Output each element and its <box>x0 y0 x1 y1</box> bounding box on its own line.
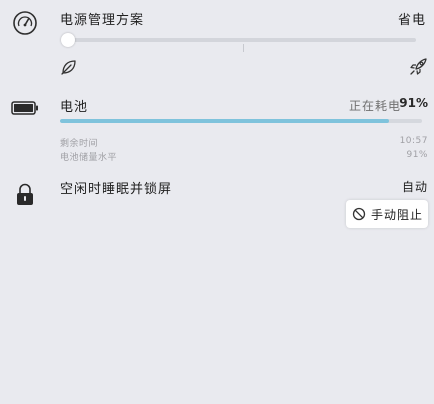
slider-tick <box>243 44 244 52</box>
battery-level-fill <box>60 119 390 123</box>
battery-status: 正在耗电 <box>348 99 401 113</box>
battery-level-bar <box>60 119 422 123</box>
remaining-time-label: 剩余时间 <box>60 139 99 149</box>
battery-reserve-label: 电池储量水平 <box>60 153 118 163</box>
speedometer-icon <box>13 11 37 35</box>
lock-icon <box>17 183 33 205</box>
rocket-icon <box>410 58 427 75</box>
battery-title: 电池 <box>60 100 89 115</box>
slider-thumb[interactable] <box>61 33 75 47</box>
battery-percent: 91% <box>399 96 428 110</box>
remaining-time-value: 10:57 <box>399 136 428 146</box>
power-plan-title: 电源管理方案 <box>60 13 145 28</box>
block-icon <box>352 207 366 221</box>
leaf-icon <box>61 60 76 75</box>
idle-sleep-lock-mode: 自动 <box>401 180 428 194</box>
manual-prevent-button[interactable]: 手动阻止 <box>346 200 428 228</box>
power-plan-mode: 省电 <box>397 13 426 28</box>
manual-prevent-label: 手动阻止 <box>371 207 424 222</box>
idle-sleep-lock-title: 空闲时睡眠并锁屏 <box>60 182 173 197</box>
power-plan-slider[interactable] <box>64 38 416 42</box>
battery-icon <box>11 101 38 115</box>
battery-reserve-value: 91% <box>406 150 428 160</box>
